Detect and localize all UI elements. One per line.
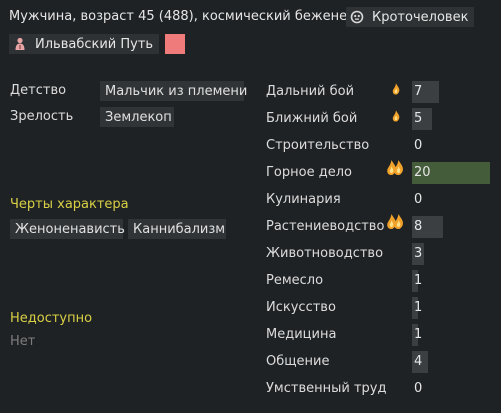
- skill-row[interactable]: Дальний бой 7: [266, 81, 496, 103]
- skill-level-value: 8: [414, 219, 423, 234]
- childhood-backstory[interactable]: Мальчик из племени: [100, 81, 247, 101]
- skill-name: Кулинария: [266, 192, 341, 207]
- skill-level-value: 7: [414, 84, 423, 99]
- xenotype-chip[interactable]: Кроточеловек: [346, 7, 475, 27]
- ideoligion-icon: [13, 37, 27, 51]
- skill-level-bar: [412, 135, 490, 157]
- skill-name: Общение: [266, 354, 330, 369]
- skill-row[interactable]: Растениеводство 8: [266, 214, 496, 238]
- skill-name: Искусство: [266, 300, 336, 315]
- skill-level-value: 1: [414, 300, 423, 315]
- skill-row[interactable]: Строительство 0: [266, 135, 496, 157]
- skill-row[interactable]: Кулинария 0: [266, 189, 496, 211]
- skill-name: Умственный труд: [266, 381, 387, 396]
- skill-name: Ближний бой: [266, 111, 358, 126]
- trait-chip[interactable]: Каннибализм: [128, 219, 226, 239]
- major-passion-icon: [386, 160, 404, 179]
- incapable-title: Недоступно: [10, 311, 93, 326]
- skill-level-value: 4: [414, 354, 423, 369]
- skill-name: Растениеводство: [266, 219, 385, 234]
- skill-level-value: 0: [414, 381, 423, 396]
- skill-row[interactable]: Медицина 1: [266, 324, 496, 346]
- skill-level-value: 3: [414, 246, 423, 261]
- skill-level-value: 0: [414, 192, 423, 207]
- skill-row[interactable]: Ремесло 1: [266, 270, 496, 292]
- skill-row[interactable]: Искусство 1: [266, 297, 496, 319]
- minor-passion-icon: [392, 83, 400, 99]
- skill-row[interactable]: Горное дело 20: [266, 160, 496, 184]
- skill-level-value: 5: [414, 111, 423, 126]
- ideoligion-label: Ильвабский Путь: [35, 36, 154, 52]
- skill-name: Горное дело: [266, 165, 352, 180]
- adulthood-backstory[interactable]: Землекоп: [100, 107, 174, 127]
- traits-title: Черты характера: [10, 197, 129, 212]
- ideoligion-chip[interactable]: Ильвабский Путь: [9, 34, 160, 54]
- skill-level-value: 1: [414, 327, 423, 342]
- skill-row[interactable]: Общение 4: [266, 351, 496, 373]
- adulthood-label: Зрелость: [10, 109, 74, 124]
- skill-row[interactable]: Ближний бой 5: [266, 108, 496, 130]
- trait-chip[interactable]: Женоненависть: [10, 219, 125, 239]
- skill-name: Медицина: [266, 327, 337, 342]
- skill-level-bar: [412, 81, 490, 103]
- skill-level-value: 0: [414, 138, 423, 153]
- skill-level-bar: [412, 189, 490, 211]
- skill-level-bar: [412, 270, 490, 292]
- skill-level-bar: [412, 378, 490, 400]
- skill-name: Дальний бой: [266, 84, 355, 99]
- skill-level-bar: [412, 216, 490, 238]
- incapable-value: Нет: [10, 334, 36, 349]
- skill-level-bar: [412, 351, 490, 373]
- skill-level-value: 20: [414, 165, 431, 180]
- pawn-description: Мужчина, возраст 45 (488), космический б…: [9, 9, 356, 24]
- skill-level-bar: [412, 324, 490, 346]
- skill-name: Животноводство: [266, 246, 384, 261]
- skill-level-value: 1: [414, 273, 423, 288]
- skill-row[interactable]: Умственный труд 0: [266, 378, 496, 400]
- skill-level-bar: [412, 108, 490, 130]
- xenotype-icon: [350, 10, 364, 24]
- minor-passion-icon: [392, 110, 400, 126]
- major-passion-icon: [386, 214, 404, 233]
- childhood-label: Детство: [10, 83, 67, 98]
- favorite-color-swatch[interactable]: [165, 34, 185, 54]
- xenotype-label: Кроточеловек: [372, 9, 469, 25]
- skill-row[interactable]: Животноводство 3: [266, 243, 496, 265]
- skill-name: Строительство: [266, 138, 370, 153]
- skill-level-bar: [412, 297, 490, 319]
- skill-name: Ремесло: [266, 273, 324, 288]
- skill-level-bar: [412, 243, 490, 265]
